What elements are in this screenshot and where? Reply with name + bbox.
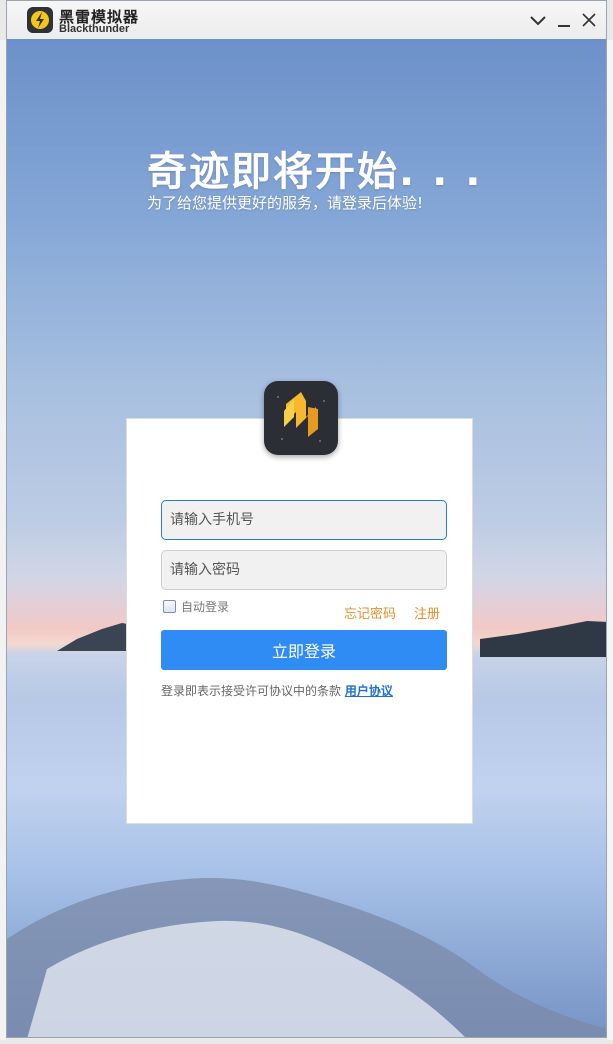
agreement-label: 登录即表示接受许可协议中的条款 bbox=[161, 684, 342, 698]
brand-name-en: Blackthunder bbox=[59, 23, 130, 35]
hero-subline: 为了给您提供更好的服务，请登录后体验! bbox=[147, 194, 424, 212]
app-logo-large-icon bbox=[264, 381, 338, 455]
password-input[interactable] bbox=[161, 550, 447, 590]
title-bar[interactable]: 黑雷模拟器 Blackthunder bbox=[7, 1, 606, 40]
minimize-icon[interactable] bbox=[553, 9, 575, 31]
user-agreement-link[interactable]: 用户协议 bbox=[345, 684, 393, 698]
auto-login-checkbox[interactable] bbox=[163, 600, 176, 613]
auto-login-label: 自动登录 bbox=[181, 600, 230, 614]
chevron-down-icon[interactable] bbox=[527, 9, 549, 31]
agreement-text: 登录即表示接受许可协议中的条款 用户协议 bbox=[161, 682, 393, 699]
register-link[interactable]: 注册 bbox=[414, 603, 440, 622]
forgot-password-link[interactable]: 忘记密码 bbox=[344, 603, 396, 622]
login-button[interactable]: 立即登录 bbox=[161, 630, 447, 670]
background-window-right bbox=[607, 40, 613, 1040]
phone-input[interactable] bbox=[161, 500, 447, 540]
close-icon[interactable] bbox=[578, 9, 600, 31]
auto-login-option[interactable]: 自动登录 bbox=[163, 598, 229, 615]
hero-headline: 奇迹即将开始. . . bbox=[147, 149, 483, 195]
app-logo-icon bbox=[27, 7, 53, 33]
